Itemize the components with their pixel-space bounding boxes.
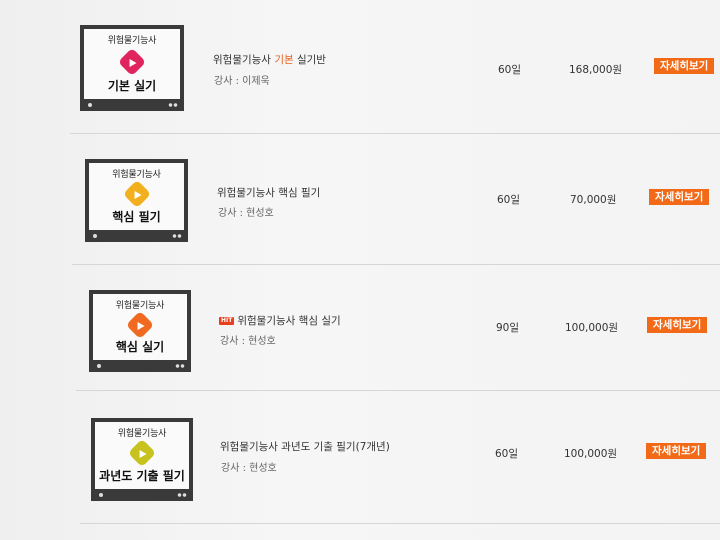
course-thumbnail[interactable]: 위험물기능사 핵심 실기: [89, 290, 191, 372]
course-list-page: 위험물기능사 기본 실기 위험물기능사 기본 실기반 강사 : 이제욱 60일 …: [0, 0, 720, 540]
course-instructor: 강사 : 이제욱: [214, 76, 270, 87]
course-price: 100,000원: [565, 322, 619, 334]
course-thumbnail[interactable]: 위험물기능사 핵심 필기: [85, 159, 188, 242]
row-divider: [70, 133, 720, 134]
course-thumbnail[interactable]: 위험물기능사 기본 실기: [80, 25, 184, 111]
course-instructor: 강사 : 현성호: [218, 208, 274, 219]
progress-dot-icon: [97, 364, 101, 368]
course-instructor: 강사 : 현성호: [220, 336, 276, 347]
course-duration: 60일: [498, 64, 522, 76]
course-title[interactable]: 위험물기능사 기본 실기반: [213, 52, 326, 67]
more-dots-icon: [175, 364, 185, 368]
course-duration: 90일: [496, 322, 520, 334]
progress-dot-icon: [99, 493, 103, 497]
course-title[interactable]: 위험물기능사 과년도 기출 필기(7개년): [220, 439, 390, 454]
row-divider: [76, 390, 720, 391]
play-icon: [117, 47, 147, 76]
hit-badge: HIT: [219, 317, 235, 325]
course-thumbnail[interactable]: 위험물기능사 과년도 기출 필기: [91, 418, 193, 501]
thumbnail-label: 핵심 필기: [112, 210, 161, 224]
row-divider: [80, 523, 720, 524]
detail-button[interactable]: 자세히보기: [654, 58, 715, 74]
play-icon: [122, 179, 151, 209]
detail-button[interactable]: 자세히보기: [646, 443, 707, 459]
progress-dot-icon: [88, 103, 92, 107]
detail-button[interactable]: 자세히보기: [649, 189, 710, 205]
more-dots-icon: [172, 234, 182, 238]
course-duration: 60일: [497, 194, 521, 206]
course-title[interactable]: HIT 위험물기능사 핵심 실기: [219, 313, 341, 328]
row-divider: [72, 264, 720, 265]
thumbnail-category: 위험물기능사: [112, 170, 161, 180]
thumbnail-category: 위험물기능사: [115, 301, 165, 311]
thumbnail-label: 핵심 실기: [115, 340, 165, 354]
course-duration: 60일: [495, 448, 519, 460]
thumbnail-category: 위험물기능사: [117, 429, 167, 439]
thumbnail-category: 위험물기능사: [107, 36, 157, 46]
course-price: 168,000원: [569, 64, 623, 76]
progress-dot-icon: [93, 234, 97, 238]
thumbnail-label: 기본 실기: [107, 79, 157, 93]
play-icon: [125, 310, 155, 339]
course-instructor: 강사 : 현성호: [221, 463, 277, 474]
play-icon: [127, 438, 157, 468]
thumbnail-label: 과년도 기출 필기: [99, 469, 185, 483]
more-dots-icon: [168, 103, 178, 107]
course-price: 100,000원: [564, 448, 618, 460]
detail-button[interactable]: 자세히보기: [647, 317, 708, 333]
course-title[interactable]: 위험물기능사 핵심 필기: [217, 185, 320, 200]
more-dots-icon: [177, 493, 187, 497]
course-price: 70,000원: [570, 194, 617, 206]
